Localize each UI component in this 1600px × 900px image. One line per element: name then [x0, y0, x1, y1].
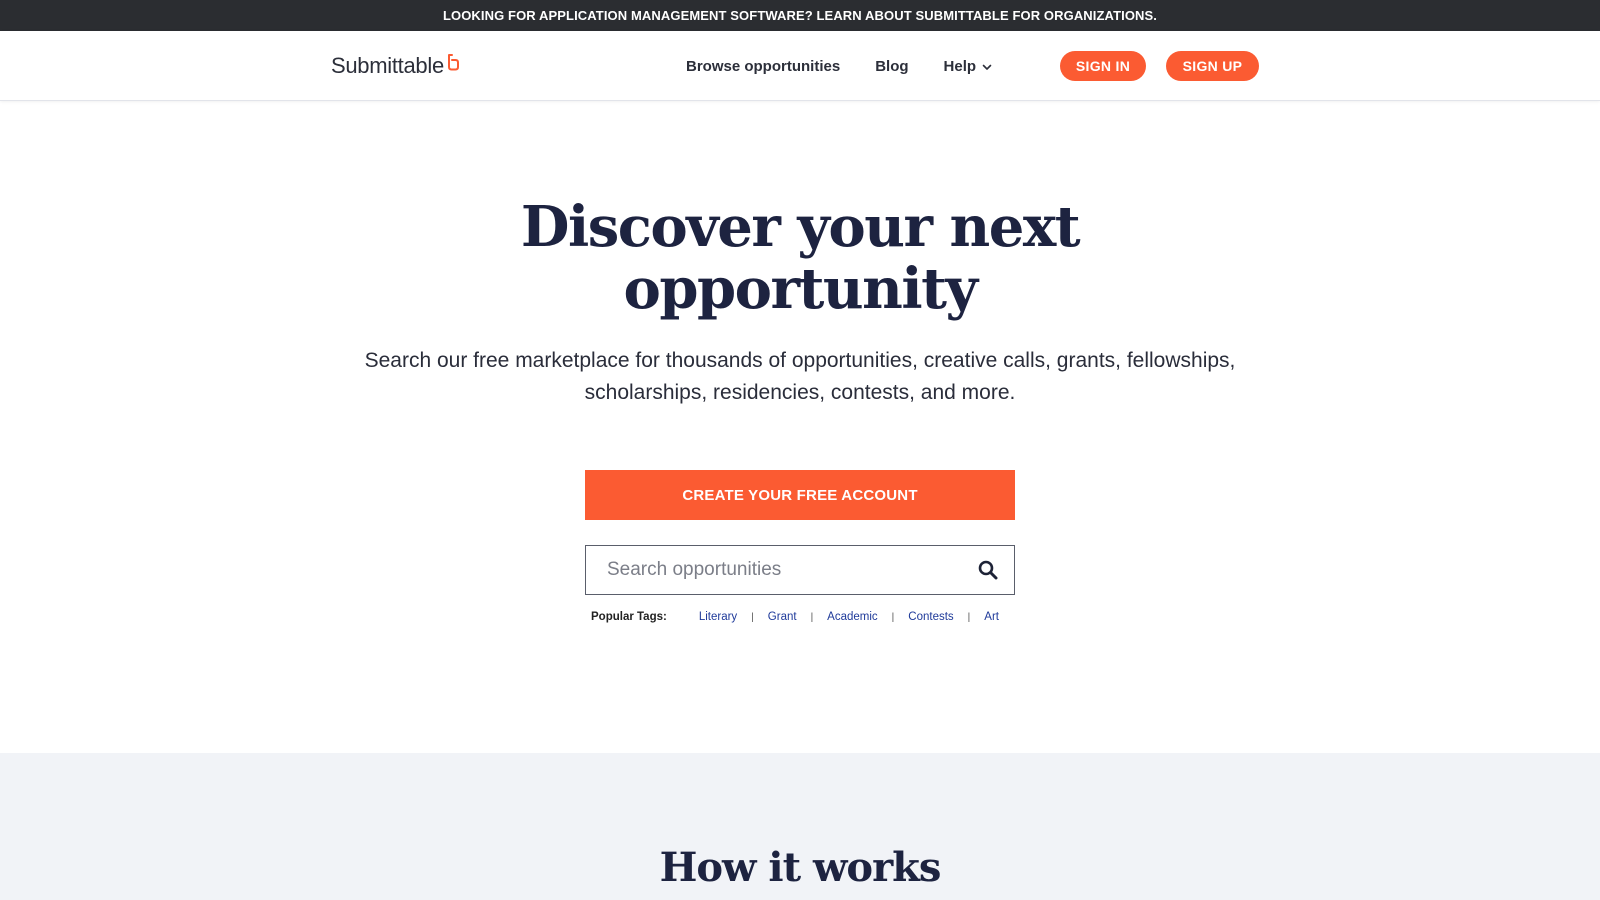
hero-subtitle: Search our free marketplace for thousand… [290, 345, 1310, 409]
tag-academic[interactable]: Academic [827, 611, 878, 623]
sign-up-button[interactable]: SIGN UP [1166, 51, 1259, 81]
tag-literary[interactable]: Literary [699, 611, 737, 623]
tag-separator: | [967, 611, 971, 623]
site-logo[interactable]: Submittable [331, 53, 460, 79]
submittable-mark-icon [447, 51, 460, 77]
main-nav: Browse opportunities Blog Help [686, 31, 992, 101]
how-it-works-section: How it works [0, 753, 1600, 900]
sign-in-button[interactable]: SIGN IN [1060, 51, 1146, 81]
search-icon[interactable] [968, 550, 1008, 590]
popular-tags-label: Popular Tags: [591, 611, 667, 623]
nav-help-label: Help [943, 57, 977, 75]
nav-browse-opportunities-label: Browse opportunities [686, 57, 841, 75]
hero-title: Discover your next opportunity [300, 196, 1300, 320]
site-header: Submittable Browse opportunities Blog He… [0, 31, 1600, 101]
hero-title-line-1: Discover your next [520, 194, 1081, 260]
hero-subtitle-line-1: Search our free marketplace for thousand… [364, 349, 1236, 372]
search-input[interactable] [586, 546, 968, 594]
tag-art[interactable]: Art [984, 611, 999, 623]
nav-blog-label: Blog [875, 57, 909, 75]
tag-grant[interactable]: Grant [768, 611, 797, 623]
nav-browse-opportunities[interactable]: Browse opportunities [686, 58, 840, 75]
hero-subtitle-line-2: scholarships, residencies, contests, and… [584, 381, 1016, 404]
tag-separator: | [810, 611, 814, 623]
create-account-button[interactable]: CREATE YOUR FREE ACCOUNT [585, 470, 1015, 520]
announcement-bar[interactable]: LOOKING FOR APPLICATION MANAGEMENT SOFTW… [0, 0, 1600, 31]
chevron-down-icon [982, 58, 992, 75]
tag-contests[interactable]: Contests [908, 611, 953, 623]
hero-title-line-2: opportunity [623, 256, 979, 322]
announcement-text[interactable]: LOOKING FOR APPLICATION MANAGEMENT SOFTW… [443, 8, 1157, 23]
search-bar [585, 545, 1015, 595]
tag-separator: | [751, 611, 754, 623]
popular-tags: Popular Tags: Literary | Grant | Academi… [591, 609, 1011, 625]
tag-separator: | [891, 611, 895, 623]
nav-help[interactable]: Help [944, 58, 993, 75]
how-it-works-title: How it works [659, 844, 942, 891]
logo-wordmark: Submittable [331, 53, 444, 78]
nav-blog[interactable]: Blog [875, 58, 908, 75]
